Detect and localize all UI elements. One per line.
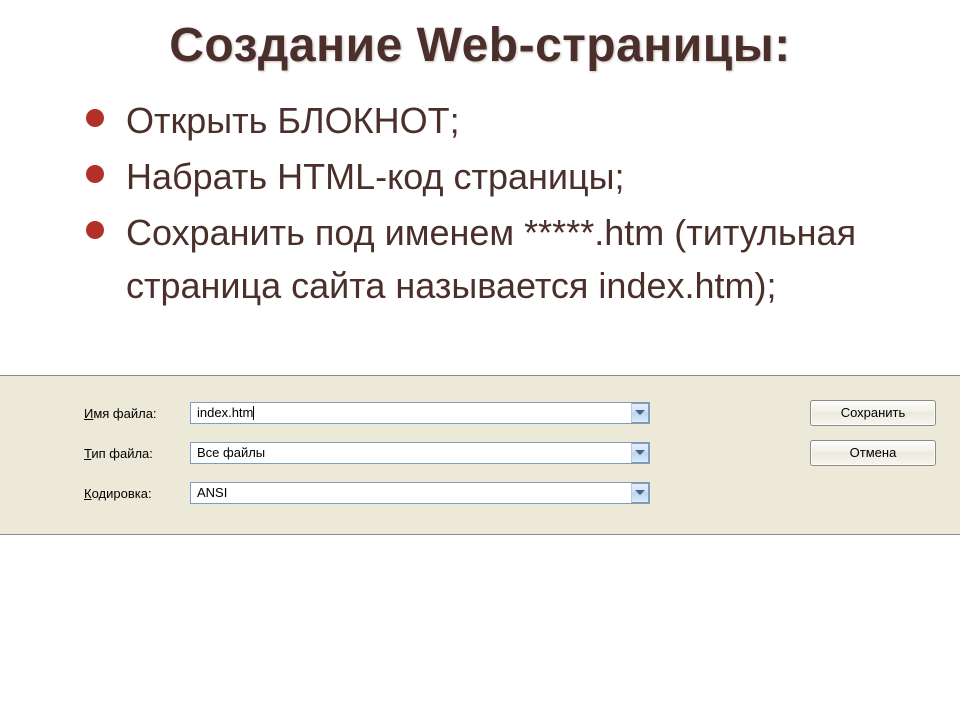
encoding-select[interactable]: ANSI <box>190 482 650 504</box>
slide-title: Создание Web-страницы: <box>0 18 960 73</box>
encoding-dropdown-button[interactable] <box>631 483 649 503</box>
bullet-text: Набрать HTML-код страницы; <box>126 156 625 197</box>
filename-input[interactable]: index.htm <box>190 402 650 424</box>
bullet-dot-icon <box>86 165 104 183</box>
bullet-list: Открыть БЛОКНОТ; Набрать HTML-код страни… <box>86 95 960 312</box>
chevron-down-icon <box>635 410 645 415</box>
cancel-button[interactable]: Отмена <box>810 440 936 466</box>
filename-row: Имя файла: index.htm Сохранить <box>84 402 936 428</box>
encoding-value: ANSI <box>197 485 227 500</box>
list-item: Открыть БЛОКНОТ; <box>86 95 960 147</box>
bullet-dot-icon <box>86 109 104 127</box>
save-dialog-strip: Имя файла: index.htm Сохранить Тип файла… <box>0 375 960 535</box>
save-button[interactable]: Сохранить <box>810 400 936 426</box>
filename-value: index.htm <box>197 405 253 420</box>
filetype-value: Все файлы <box>197 445 265 460</box>
filetype-dropdown-button[interactable] <box>631 443 649 463</box>
bullet-dot-icon <box>86 221 104 239</box>
filetype-label: Тип файла: <box>84 446 184 461</box>
encoding-row: Кодировка: ANSI <box>84 482 936 508</box>
encoding-label: Кодировка: <box>84 486 184 501</box>
bullet-text: Открыть БЛОКНОТ; <box>126 100 460 141</box>
filetype-select[interactable]: Все файлы <box>190 442 650 464</box>
filename-dropdown-button[interactable] <box>631 403 649 423</box>
filename-label: Имя файла: <box>84 406 184 421</box>
list-item: Сохранить под именем *****.htm (титульна… <box>86 207 960 311</box>
list-item: Набрать HTML-код страницы; <box>86 151 960 203</box>
filetype-row: Тип файла: Все файлы Отмена <box>84 442 936 468</box>
bullet-text: Сохранить под именем *****.htm (титульна… <box>126 212 856 305</box>
chevron-down-icon <box>635 490 645 495</box>
chevron-down-icon <box>635 450 645 455</box>
